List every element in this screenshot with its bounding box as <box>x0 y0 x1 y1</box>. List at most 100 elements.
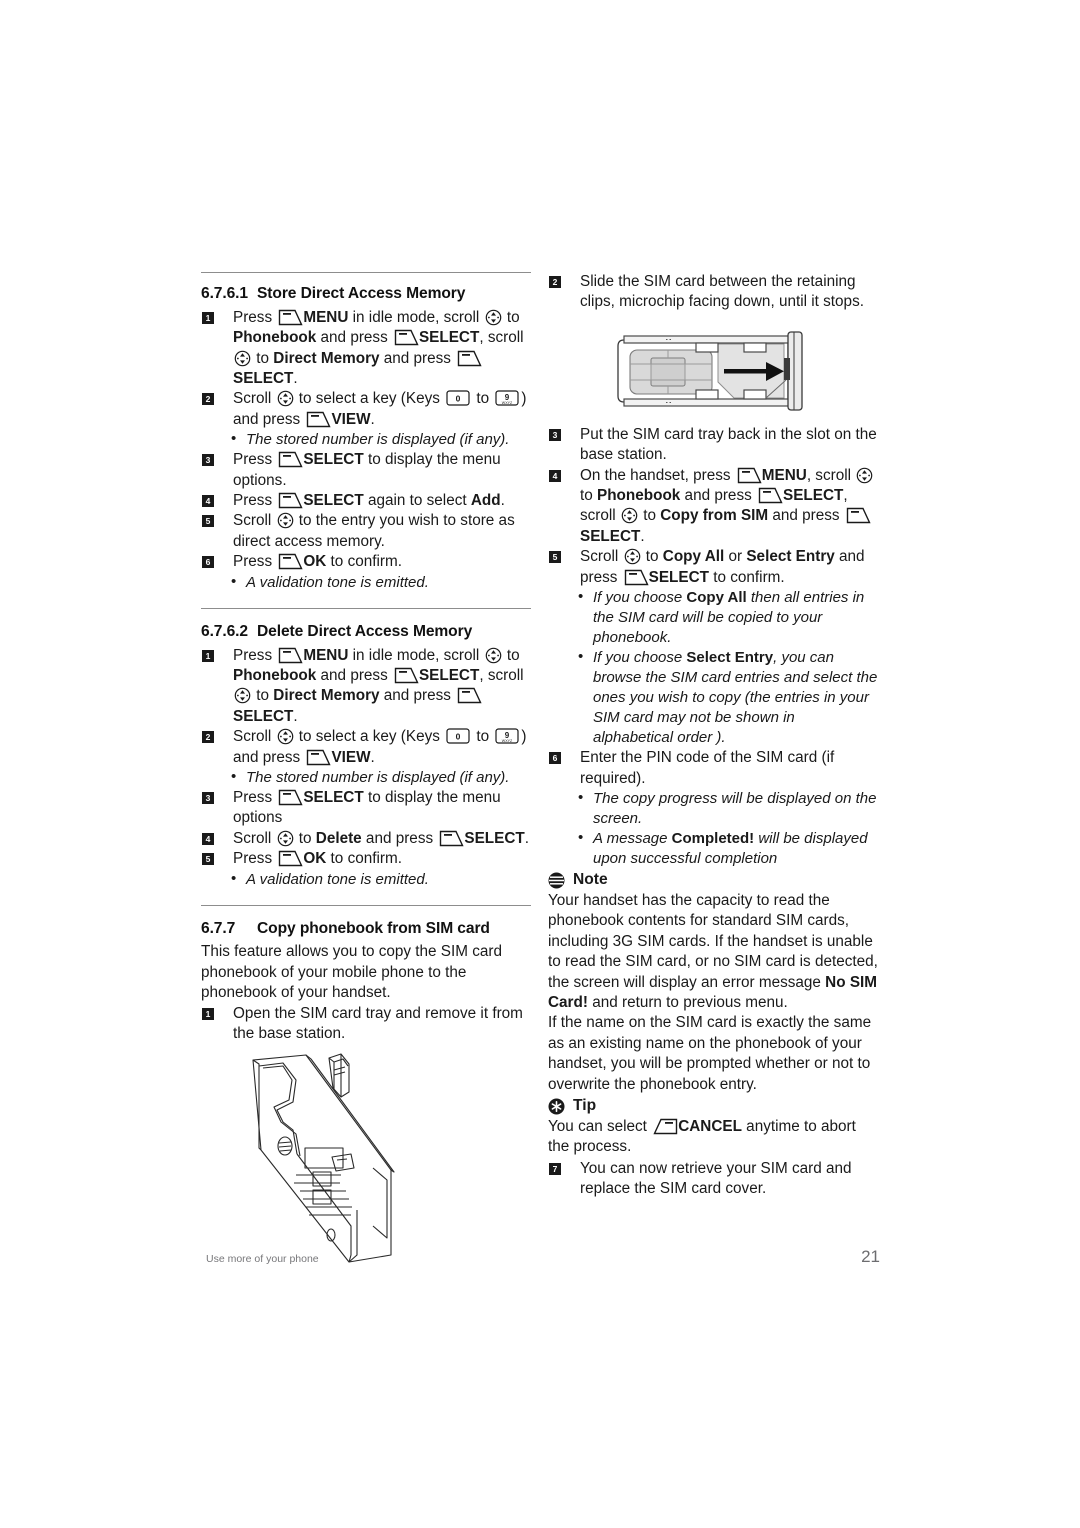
softkey-icon <box>278 451 303 468</box>
scroll-updown-icon <box>277 830 294 847</box>
step-item: 2 Scroll to select a key (Keys 0 to 9 WXY… <box>201 727 531 768</box>
step-run: Press <box>233 308 277 326</box>
softkey-icon <box>394 329 419 346</box>
scroll-updown-icon <box>621 507 638 524</box>
step-text: Press MENU in idle mode, scroll to Phone… <box>233 308 524 388</box>
heading-number: 6.7.6.2 <box>201 622 248 640</box>
softkey-label: MENU <box>761 466 807 484</box>
step-text: Scroll to the entry you wish to store as… <box>233 512 515 550</box>
softkey-icon <box>758 487 783 504</box>
tip-text-a: You can select <box>548 1117 652 1135</box>
manual-page: 6.7.6.1 Store Direct Access Memory 1 Pres… <box>0 0 1080 1528</box>
menu-item-copy-from-sim: Copy from SIM <box>660 507 769 525</box>
note-bullet: A validation tone is emitted. <box>201 572 531 593</box>
tip-icon <box>548 1098 565 1115</box>
step-text: Press OK to confirm. <box>233 850 402 868</box>
step-badge: 1 <box>202 1007 214 1020</box>
softkey-icon <box>278 647 303 664</box>
step-text: Press SELECT to display the menu options… <box>233 451 501 489</box>
softkey-icon <box>306 411 332 428</box>
step-item: 5 Press OK to confirm. <box>201 849 531 869</box>
step-item: 1 Open the SIM card tray and remove it f… <box>201 1004 531 1045</box>
step-badge: 3 <box>549 428 561 441</box>
softkey-icon <box>737 467 762 484</box>
note-text-c: and return to previous menu. <box>587 993 788 1011</box>
note-bullet: The stored number is displayed (if any). <box>201 767 531 788</box>
step-item: 3 Put the SIM card tray back in the slot… <box>548 425 878 466</box>
menu-item-select-entry: Select Entry <box>746 548 835 566</box>
heading-title: Copy phonebook from SIM card <box>257 919 490 937</box>
softkey-icon <box>278 789 303 806</box>
softkey-label: SELECT <box>464 829 525 847</box>
step-text: Press OK to confirm. <box>233 553 402 571</box>
tip-paragraph: You can select CANCEL anytime to abort t… <box>548 1117 878 1158</box>
note-bullet: A validation tone is emitted. <box>201 869 531 890</box>
step-text: Open the SIM card tray and remove it fro… <box>233 1004 523 1043</box>
heading-title: Delete Direct Access Memory <box>257 622 473 640</box>
softkey-icon <box>457 687 482 704</box>
softkey-label: VIEW <box>331 410 371 428</box>
bullet-text: A validation tone is emitted. <box>246 870 429 888</box>
number-key-0-icon: 0 <box>446 728 470 744</box>
note-bullet: The copy progress will be displayed on t… <box>548 788 878 829</box>
scroll-updown-icon <box>485 647 502 664</box>
softkey-label: OK <box>303 553 327 571</box>
bullet-text: The copy progress will be displayed on t… <box>593 790 877 828</box>
note-bullet: A message Completed! will be displayed u… <box>548 828 878 869</box>
scroll-updown-icon <box>234 687 251 704</box>
number-key-9-icon: 9 WXYZ <box>495 390 520 407</box>
softkey-icon <box>846 507 871 524</box>
scroll-updown-icon <box>277 512 294 529</box>
note-icon <box>548 872 565 889</box>
step-badge: 5 <box>202 515 214 528</box>
step-item: 1 Press MENU in idle mode, scroll to Pho… <box>201 646 531 728</box>
status-message-completed: Completed! <box>671 830 755 848</box>
step-badge: 1 <box>202 649 214 662</box>
left-column: 6.7.6.1 Store Direct Access Memory 1 Pres… <box>201 272 531 1282</box>
softkey-icon <box>306 749 332 766</box>
menu-item-phonebook: Phonebook <box>597 487 681 505</box>
step-text: Scroll to select a key (Keys 0 to 9 WXYZ)… <box>233 728 527 766</box>
softkey-label: SELECT <box>418 666 480 684</box>
step-text: Slide the SIM card between the retaining… <box>580 273 864 311</box>
step-item: 2 Scroll to select a key (Keys 0 to 9 WXY… <box>201 389 531 430</box>
step-text: Scroll to Delete and press SELECT. <box>233 829 529 847</box>
softkey-label: SELECT <box>418 329 480 347</box>
softkey-icon <box>278 850 303 867</box>
section-divider <box>201 607 531 609</box>
svg-text:WXYZ: WXYZ <box>502 739 513 743</box>
step-text: Press SELECT to display the menu options <box>233 788 501 827</box>
step-badge: 3 <box>202 791 214 804</box>
footer-label: Use more of your phone <box>206 1253 319 1265</box>
page-number: 21 <box>861 1247 880 1266</box>
softkey-label: SELECT <box>580 527 641 545</box>
svg-text:0: 0 <box>456 732 461 742</box>
section-divider <box>201 904 531 906</box>
step-item: 5 Scroll to the entry you wish to store … <box>201 511 531 552</box>
step-text: On the handset, press MENU, scroll to Ph… <box>580 467 874 545</box>
note-callout-header: Note <box>548 870 878 891</box>
step-badge: 6 <box>202 556 214 569</box>
note-paragraph-2: If the name on the SIM card is exactly t… <box>548 1014 872 1093</box>
note-bullet: If you choose Copy All then all entries … <box>548 587 878 648</box>
step-item: 2 Slide the SIM card between the retaini… <box>548 272 878 313</box>
menu-item-add: Add <box>470 492 501 510</box>
scroll-updown-icon <box>277 728 294 745</box>
softkey-label: SELECT <box>783 487 844 505</box>
softkey-icon <box>278 553 303 570</box>
step-item: 4 Press SELECT again to select Add. <box>201 491 531 511</box>
step-badge: 5 <box>549 551 561 564</box>
right-column: 2 Slide the SIM card between the retaini… <box>548 272 878 1199</box>
step-badge: 5 <box>202 853 214 866</box>
heading-number: 6.7.6.1 <box>201 285 248 302</box>
sim-card-tray-figure <box>548 324 878 416</box>
bullet-text: The stored number is displayed (if any). <box>246 431 510 449</box>
step-badge: 7 <box>549 1162 561 1175</box>
scroll-updown-icon <box>485 309 502 326</box>
menu-item-delete: Delete <box>315 829 362 847</box>
note-bullet: If you choose Select Entry, you can brow… <box>548 647 878 748</box>
scroll-updown-icon <box>856 467 873 484</box>
heading-6-7-7: 6.7.7 Copy phonebook from SIM card <box>201 919 531 940</box>
step-text: Enter the PIN code of the SIM card (if r… <box>580 749 835 787</box>
step-text: Press SELECT again to select Add. <box>233 492 505 510</box>
